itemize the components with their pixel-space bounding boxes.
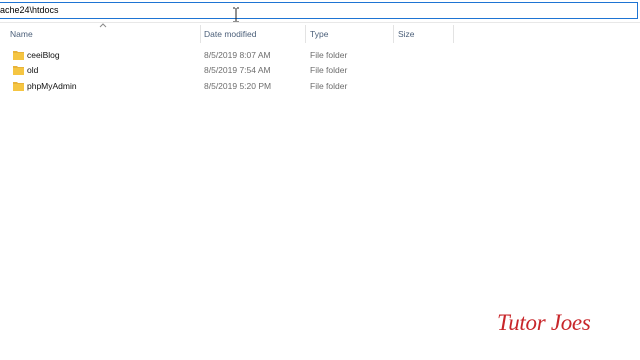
file-name: phpMyAdmin [27, 81, 77, 91]
watermark-logo: Tutor Joes [497, 310, 591, 335]
folder-icon [13, 82, 24, 91]
file-date: 8/5/2019 8:07 AM [204, 50, 271, 60]
column-header-date[interactable]: Date modified [204, 23, 304, 45]
file-name: ceeiBlog [27, 50, 60, 60]
column-divider[interactable] [305, 25, 306, 43]
file-row-old[interactable]: old 8/5/2019 7:54 AM File folder [0, 63, 460, 78]
folder-icon [13, 66, 24, 75]
file-date: 8/5/2019 5:20 PM [204, 81, 272, 91]
file-type: File folder [310, 50, 348, 60]
file-row-ceeiblog[interactable]: ceeiBlog 8/5/2019 8:07 AM File folder [0, 48, 460, 63]
address-bar[interactable]: ache24\htdocs [0, 2, 638, 19]
text-cursor-icon [233, 7, 239, 23]
column-header-type[interactable]: Type [310, 23, 392, 45]
file-date: 8/5/2019 7:54 AM [204, 65, 271, 75]
file-row-phpmyadmin[interactable]: phpMyAdmin 8/5/2019 5:20 PM File folder [0, 79, 460, 94]
file-name: old [27, 65, 39, 75]
file-type: File folder [310, 81, 348, 91]
column-divider[interactable] [393, 25, 394, 43]
column-header-row: Name Date modified Type Size [0, 23, 460, 45]
file-type: File folder [310, 65, 348, 75]
column-header-name[interactable]: Name [10, 23, 200, 45]
address-path[interactable]: ache24\htdocs [0, 5, 59, 15]
column-divider[interactable] [200, 25, 201, 43]
column-divider[interactable] [453, 25, 454, 43]
folder-icon [13, 51, 24, 60]
column-header-size[interactable]: Size [398, 23, 452, 45]
